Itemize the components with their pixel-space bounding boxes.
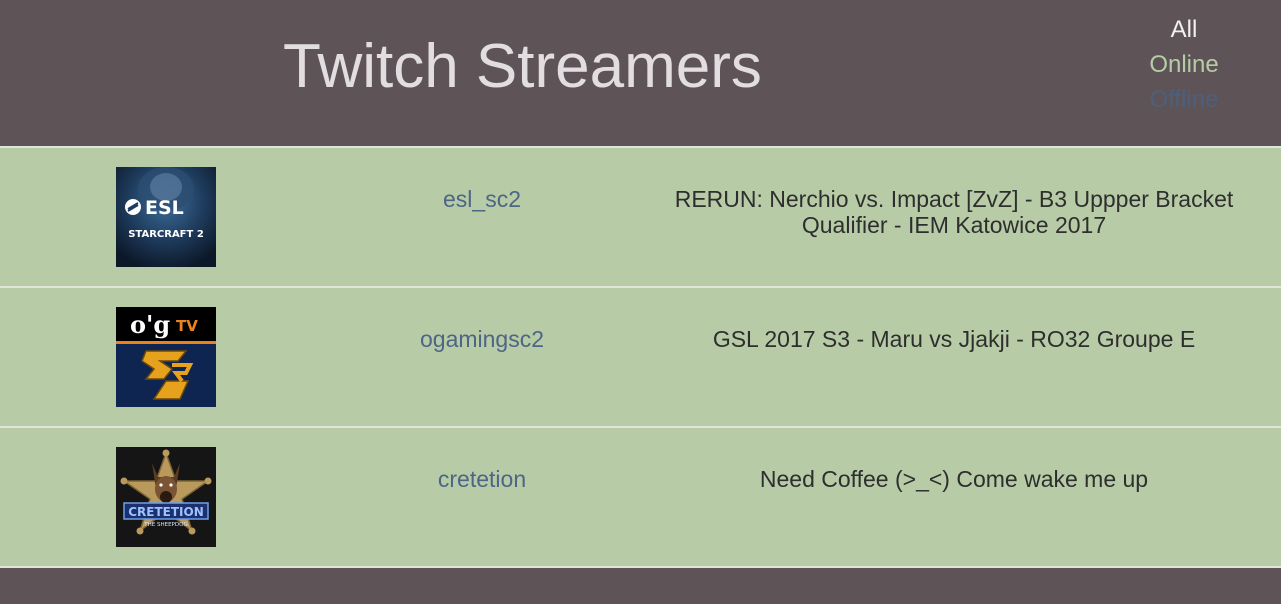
streamer-list: ESL STARCRAFT 2 esl_sc2 RERUN: Nerchio v… bbox=[0, 146, 1281, 568]
stream-status-text: GSL 2017 S3 - Maru vs Jjakji - RO32 Grou… bbox=[712, 326, 1196, 352]
page-header: Twitch Streamers All Online Offline bbox=[0, 0, 1281, 146]
streamer-row: CRETETION THE SHEEPDOG cretetion Need Co… bbox=[0, 426, 1281, 568]
filter-all[interactable]: All bbox=[1114, 12, 1254, 47]
streamer-name-link[interactable]: cretetion bbox=[362, 466, 602, 493]
cretetion-dog-badge-logo[interactable]: CRETETION THE SHEEPDOG bbox=[116, 447, 216, 547]
page-title: Twitch Streamers bbox=[283, 32, 762, 101]
svg-text:o'g: o'g bbox=[130, 310, 170, 339]
svg-text:THE SHEEPDOG: THE SHEEPDOG bbox=[143, 522, 187, 528]
svg-text:TV: TV bbox=[176, 317, 198, 335]
svg-text:ESL: ESL bbox=[145, 197, 184, 219]
streamer-name-link[interactable]: ogamingsc2 bbox=[362, 326, 602, 353]
svg-text:STARCRAFT 2: STARCRAFT 2 bbox=[128, 229, 204, 240]
svg-text:CRETETION: CRETETION bbox=[128, 505, 204, 519]
status-filter-menu: All Online Offline bbox=[1114, 12, 1254, 117]
ogtv-sc-logo[interactable]: o'g TV bbox=[116, 307, 216, 407]
stream-status-text: Need Coffee (>_<) Come wake me up bbox=[759, 466, 1149, 492]
page-footer bbox=[0, 568, 1281, 604]
filter-online[interactable]: Online bbox=[1114, 47, 1254, 82]
streamer-row: o'g TV ogamingsc2 GSL 2017 S3 - Maru vs … bbox=[0, 286, 1281, 426]
stream-status-text: RERUN: Nerchio vs. Impact [ZvZ] - B3 Upp… bbox=[674, 186, 1234, 238]
esl-starcraft2-logo[interactable]: ESL STARCRAFT 2 bbox=[116, 167, 216, 267]
streamer-row: ESL STARCRAFT 2 esl_sc2 RERUN: Nerchio v… bbox=[0, 146, 1281, 286]
filter-offline[interactable]: Offline bbox=[1114, 82, 1254, 117]
streamer-name-link[interactable]: esl_sc2 bbox=[362, 186, 602, 213]
